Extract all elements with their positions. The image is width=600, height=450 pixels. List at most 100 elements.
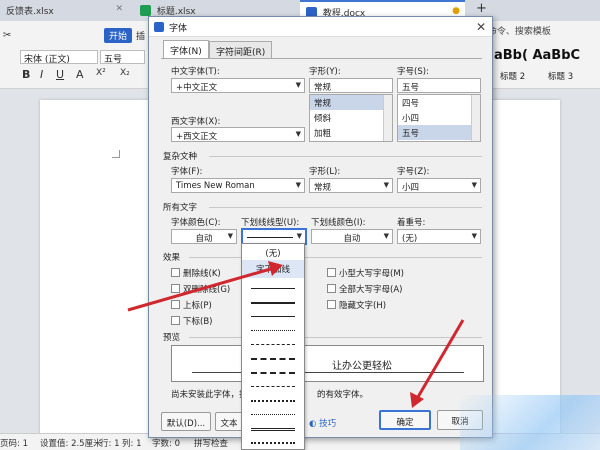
checkbox-box[interactable]	[171, 268, 180, 277]
tab-label: 反馈表.xlsx	[6, 7, 54, 17]
dialog-title-bar: 字体 ✕	[149, 17, 492, 37]
hidden-text-checkbox[interactable]: 隐藏文字(H)	[327, 299, 386, 311]
underline-option-dash-long[interactable]	[242, 366, 304, 380]
font-dialog: 字体 ✕ 字体(N) 字符间距(R) 中文字体(T): +中文正文 ▼ 字形(Y)…	[148, 16, 493, 438]
list-item[interactable]: 四号	[398, 95, 480, 110]
underline-option-solid[interactable]	[242, 282, 304, 296]
underline-option-dotted[interactable]	[242, 324, 304, 338]
underline-option-wave[interactable]	[242, 436, 304, 450]
underline-option-dashed[interactable]	[242, 338, 304, 352]
tab-feedback-xlsx[interactable]: 反馈表.xlsx ✕	[0, 0, 128, 21]
tab-divider	[161, 58, 482, 59]
style-gallery[interactable]: aBb( AaBbC	[494, 48, 580, 63]
line-sample	[251, 414, 295, 415]
status-col: 列: 1	[122, 439, 142, 449]
complex-size-value: 小四	[402, 183, 420, 193]
complex-size-select[interactable]: 小四 ▼	[397, 178, 481, 193]
style-heading3-label[interactable]: 标题 3	[548, 70, 573, 82]
font-size-select[interactable]: 五号	[100, 50, 145, 64]
underline-option-word[interactable]: 字下加线	[242, 260, 304, 278]
style-heading2-label[interactable]: 标题 2	[500, 70, 525, 82]
complex-style-select[interactable]: 常规 ▼	[309, 178, 393, 193]
italic-button[interactable]: I	[40, 68, 43, 81]
superscript-checkbox[interactable]: 上标(P)	[171, 299, 212, 311]
double-strikethrough-checkbox[interactable]: 双删除线(G)	[171, 283, 230, 295]
line-sample	[251, 372, 295, 374]
subscript-checkbox[interactable]: 下标(B)	[171, 315, 212, 327]
size-list[interactable]: 四号 小四 五号	[397, 94, 481, 142]
clipboard-icon[interactable]: ✂	[3, 30, 11, 41]
strikethrough-checkbox[interactable]: 删除线(K)	[171, 267, 221, 279]
underline-button[interactable]: U	[56, 68, 64, 81]
cn-font-label: 中文字体(T):	[171, 67, 220, 77]
checkbox-box[interactable]	[171, 284, 180, 293]
underline-option-dashed-thick[interactable]	[242, 352, 304, 366]
font-install-note: 尚未安装此字体，打	[171, 390, 248, 400]
small-caps-checkbox[interactable]: 小型大写字母(M)	[327, 267, 404, 279]
tab-font[interactable]: 字体(N)	[163, 40, 209, 59]
complex-size-label: 字号(Z):	[397, 167, 430, 177]
font-color-select[interactable]: 自动 ▼	[171, 229, 237, 244]
line-sample	[251, 386, 295, 387]
list-item[interactable]: 小四	[398, 110, 480, 125]
font-family-select[interactable]: 宋体 (正文)	[20, 50, 98, 64]
checkbox-box[interactable]	[171, 300, 180, 309]
option-label: 字下加线	[255, 265, 290, 275]
font-install-note-tail: 的有效字体。	[317, 390, 369, 400]
preview-section-title: 预览	[163, 333, 181, 343]
list-item[interactable]: 加粗	[310, 125, 392, 140]
tips-link-label: 技巧	[319, 419, 337, 429]
tab-character-spacing[interactable]: 字符间距(R)	[209, 41, 273, 58]
start-tab-button[interactable]: 开始	[104, 28, 133, 43]
underline-color-value: 自动	[343, 234, 361, 244]
underline-option-dash-dot-thick[interactable]	[242, 394, 304, 408]
scrollbar[interactable]	[383, 95, 392, 141]
insert-tab[interactable]: 插	[136, 29, 145, 42]
status-spell[interactable]: 拼写检查	[194, 437, 228, 449]
line-sample	[251, 400, 295, 402]
ok-button[interactable]: 确定	[379, 410, 431, 430]
line-sample	[251, 288, 295, 289]
cn-font-value: +中文正文	[176, 83, 218, 93]
checkbox-box[interactable]	[327, 268, 336, 277]
cn-font-select[interactable]: +中文正文 ▼	[171, 78, 305, 93]
underline-style-dropdown[interactable]: (无) 字下加线	[241, 243, 305, 450]
underline-option-dash-dot[interactable]	[242, 380, 304, 394]
list-item[interactable]: 五号	[398, 125, 480, 140]
close-icon[interactable]: ✕	[115, 4, 123, 14]
checkbox-box[interactable]	[327, 284, 336, 293]
size-input[interactable]: 五号	[397, 78, 481, 93]
list-item[interactable]: 倾斜	[310, 110, 392, 125]
underline-option-thick[interactable]	[242, 296, 304, 310]
style-input[interactable]: 常规	[309, 78, 393, 93]
checkbox-box[interactable]	[171, 316, 180, 325]
complex-font-value: Times New Roman	[176, 181, 255, 191]
tips-link[interactable]: ◐ 技巧	[309, 417, 336, 429]
bold-button[interactable]: B	[22, 68, 30, 81]
dropdown-arrow-icon: ▼	[227, 232, 233, 240]
scrollbar[interactable]	[471, 95, 480, 141]
complex-font-select[interactable]: Times New Roman ▼	[171, 178, 305, 193]
complex-font-label: 字体(F):	[171, 167, 203, 177]
emphasis-select[interactable]: (无) ▼	[397, 229, 481, 244]
list-item[interactable]: 常规	[310, 95, 392, 110]
dropdown-arrow-icon: ▼	[383, 232, 389, 240]
checkbox-label: 删除线(K)	[183, 269, 221, 279]
style-list[interactable]: 常规 倾斜 加粗	[309, 94, 393, 142]
west-font-select[interactable]: +西文正文 ▼	[171, 127, 305, 142]
underline-option-solid-thin[interactable]	[242, 310, 304, 324]
underline-option-dash-dot-dot[interactable]	[242, 408, 304, 422]
all-caps-checkbox[interactable]: 全部大写字母(A)	[327, 283, 402, 295]
line-sample	[251, 428, 295, 431]
preview-baseline	[192, 372, 464, 373]
close-icon[interactable]: ✕	[476, 20, 486, 34]
complex-section-title: 复杂文种	[163, 152, 198, 162]
superscript-button[interactable]: X²	[96, 68, 106, 78]
font-color-button[interactable]: A	[76, 68, 84, 81]
underline-option-double[interactable]	[242, 422, 304, 436]
underline-color-select[interactable]: 自动 ▼	[311, 229, 393, 244]
default-button[interactable]: 默认(D)...	[161, 412, 211, 431]
subscript-button[interactable]: X₂	[120, 68, 130, 78]
text-effects-button[interactable]: 文本	[215, 412, 243, 431]
checkbox-box[interactable]	[327, 300, 336, 309]
